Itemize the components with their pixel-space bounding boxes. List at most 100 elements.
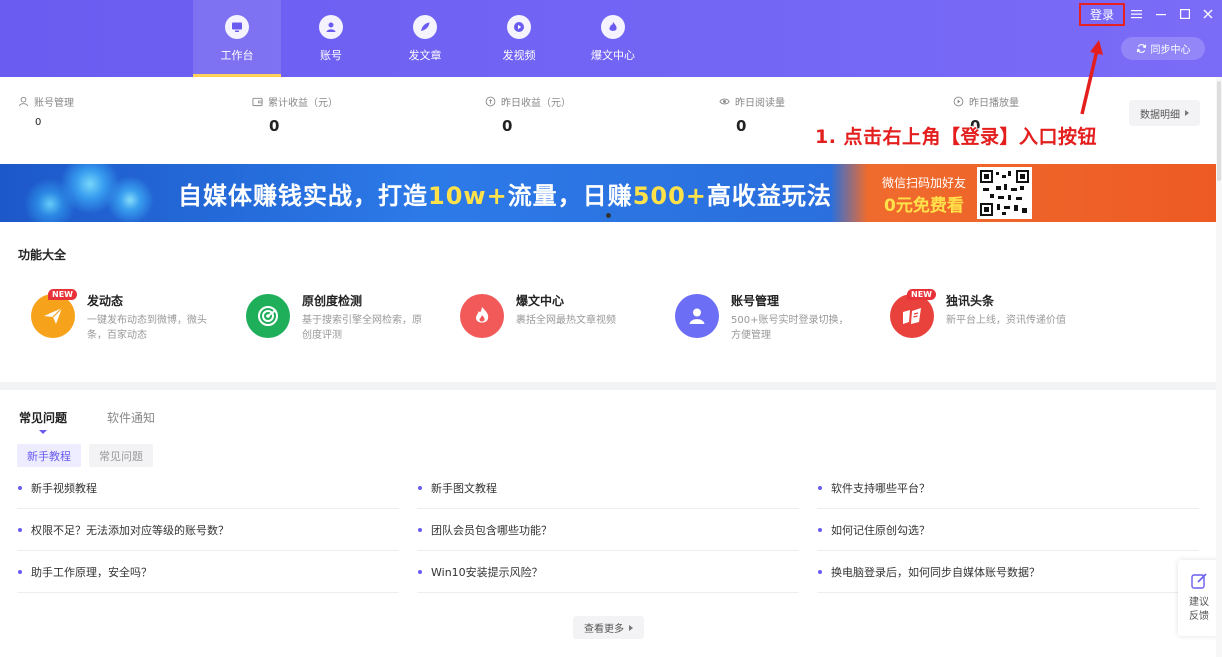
close-icon[interactable] <box>1200 6 1216 22</box>
app-window: 工作台 账号 发文章 发视频 爆文中心 登录 同步中心 账号管理 0 累计收益（… <box>0 0 1222 657</box>
stat-total-income: 累计收益（元） 0 <box>252 94 338 135</box>
data-detail-label: 数据明细 <box>1140 109 1180 121</box>
nav-label: 爆文中心 <box>591 48 635 62</box>
promo-banner[interactable]: 自媒体赚钱实战，打造10w+流量，日赚500+高收益玩法 微信扫码加好友 0元免… <box>0 164 1222 222</box>
top-header: 工作台 账号 发文章 发视频 爆文中心 登录 同步中心 <box>0 0 1222 77</box>
coin-icon <box>485 96 496 107</box>
stat-label: 累计收益（元） <box>268 98 338 109</box>
stat-title: 昨日播放量 <box>953 94 1019 109</box>
feature-desc: 基于搜索引擎全网检索，原创度评测 <box>302 315 422 341</box>
banner-subtitle: 微信扫码加好友 <box>882 176 967 190</box>
faq-question[interactable]: 换电脑登录后，如何同步自媒体账号数据？ <box>817 551 1199 593</box>
sync-icon <box>1136 44 1146 53</box>
faq-section: 常见问题 软件通知 新手教程 常见问题 新手视频教程 新手图文教程 软件支持哪些… <box>0 390 1222 657</box>
feature-duxun-headline[interactable]: NEW 独讯头条 新平台上线，资讯传递价值 <box>890 289 1090 352</box>
faq-question[interactable]: 如何记住原创勾选？ <box>817 509 1199 551</box>
nav-label: 发文章 <box>408 48 442 62</box>
feature-account-management[interactable]: 账号管理 500+账号实时登录切换，方便管理 <box>675 292 875 352</box>
faq-question[interactable]: 新手图文教程 <box>417 467 799 509</box>
nav-item-post-article[interactable]: 发文章 <box>381 0 469 77</box>
minimize-icon[interactable] <box>1153 6 1169 22</box>
view-more-label: 查看更多 <box>584 624 624 635</box>
banner-cta: 0元免费看 <box>884 196 964 216</box>
banner-title-d: 500+ <box>632 182 707 210</box>
feedback-button[interactable]: 建议反馈 <box>1178 560 1220 636</box>
faq-question[interactable]: 软件支持哪些平台？ <box>817 467 1199 509</box>
faq-question[interactable]: 权限不足？无法添加对应等级的账号数？ <box>17 509 399 551</box>
faq-question[interactable]: 团队会员包含哪些功能？ <box>417 509 799 551</box>
feature-hot-center[interactable]: 爆文中心 裹括全网最热文章视频 <box>460 292 660 352</box>
faq-question[interactable]: Win10安装提示风险？ <box>417 551 799 593</box>
banner-title-b: 10w+ <box>428 182 508 210</box>
main-nav: 工作台 账号 发文章 发视频 爆文中心 <box>193 0 663 77</box>
stat-account[interactable]: 账号管理 0 <box>18 94 74 128</box>
feature-name: 账号管理 <box>731 294 780 308</box>
news-icon <box>890 294 934 338</box>
feature-desc: 一键发布动态到微博，微头条，百家动态 <box>87 315 207 341</box>
annotation-text: 1. 点击右上角【登录】入口按钮 <box>815 126 1098 148</box>
monitor-icon <box>225 14 249 39</box>
play-circle-icon <box>953 96 964 107</box>
nav-item-account[interactable]: 账号 <box>287 0 375 77</box>
feather-icon <box>413 14 437 39</box>
eye-icon <box>719 98 730 105</box>
feature-post-dynamic[interactable]: NEW 发动态 一键发布动态到微博，微头条，百家动态 <box>31 289 231 352</box>
active-tab-indicator <box>39 430 47 434</box>
stat-label: 昨日播放量 <box>969 98 1019 109</box>
stat-value: 0 <box>35 117 42 128</box>
user-icon <box>18 96 29 107</box>
nav-label: 工作台 <box>220 48 254 62</box>
view-more-button[interactable]: 查看更多 <box>573 616 644 639</box>
nav-label: 发视频 <box>502 48 536 62</box>
stat-title: 昨日收益（元） <box>485 94 571 109</box>
feature-name: 发动态 <box>87 294 124 308</box>
scrollbar[interactable] <box>1216 77 1222 657</box>
tab-notifications[interactable]: 软件通知 <box>107 409 155 426</box>
edit-icon <box>1191 573 1207 589</box>
feature-originality-check[interactable]: 原创度检测 基于搜索引擎全网检索，原创度评测 <box>246 292 446 352</box>
banner-title-a: 自媒体赚钱实战，打造 <box>178 182 428 210</box>
sync-label: 同步中心 <box>1150 45 1191 56</box>
feature-name: 原创度检测 <box>302 294 363 308</box>
menu-icon[interactable] <box>1128 6 1144 22</box>
chip-common-questions[interactable]: 常见问题 <box>89 444 153 467</box>
tab-faq[interactable]: 常见问题 <box>19 409 67 426</box>
sync-center-button[interactable]: 同步中心 <box>1121 37 1205 60</box>
maximize-icon[interactable] <box>1177 6 1193 22</box>
stat-yesterday-reads: 昨日阅读量 0 <box>719 94 785 135</box>
stat-value: 0 <box>502 117 513 135</box>
play-icon <box>507 14 531 39</box>
user-icon <box>319 14 343 39</box>
feature-desc: 500+账号实时登录切换，方便管理 <box>731 315 849 341</box>
banner-title-e: 高收益玩法 <box>706 182 832 210</box>
faq-question[interactable]: 助手工作原理，安全吗？ <box>17 551 399 593</box>
user-icon <box>675 294 719 338</box>
stat-label: 昨日收益（元） <box>501 98 571 109</box>
scrollbar-thumb[interactable] <box>1217 81 1221 181</box>
stat-title: 累计收益（元） <box>252 94 338 109</box>
nav-label: 账号 <box>320 48 342 62</box>
nav-item-hot-center[interactable]: 爆文中心 <box>569 0 657 77</box>
annotation-arrow <box>1080 40 1103 115</box>
feature-desc: 新平台上线，资讯传递价值 <box>946 315 1066 326</box>
feature-desc: 裹括全网最热文章视频 <box>516 315 616 326</box>
nav-item-post-video[interactable]: 发视频 <box>475 0 563 77</box>
stat-label: 账号管理 <box>34 98 74 109</box>
radar-icon <box>246 294 290 338</box>
feature-name: 独讯头条 <box>946 294 995 308</box>
feature-name: 爆文中心 <box>516 294 565 308</box>
send-icon <box>31 294 75 338</box>
nav-item-workbench[interactable]: 工作台 <box>193 0 281 77</box>
stat-value: 0 <box>269 117 280 135</box>
chevron-right-icon <box>1185 110 1189 116</box>
features-section: 功能大全 NEW 发动态 一键发布动态到微博，微头条，百家动态 原创度检测 基于… <box>0 230 1222 380</box>
login-button[interactable]: 登录 <box>1079 3 1125 26</box>
banner-decoration <box>0 164 160 222</box>
qr-code <box>977 167 1032 219</box>
data-detail-button[interactable]: 数据明细 <box>1129 100 1200 126</box>
faq-question[interactable]: 新手视频教程 <box>17 467 399 509</box>
chip-beginner-tutorial[interactable]: 新手教程 <box>17 444 81 467</box>
features-title: 功能大全 <box>18 248 67 262</box>
carousel-dot[interactable] <box>606 213 611 218</box>
stat-value: 0 <box>736 117 747 135</box>
